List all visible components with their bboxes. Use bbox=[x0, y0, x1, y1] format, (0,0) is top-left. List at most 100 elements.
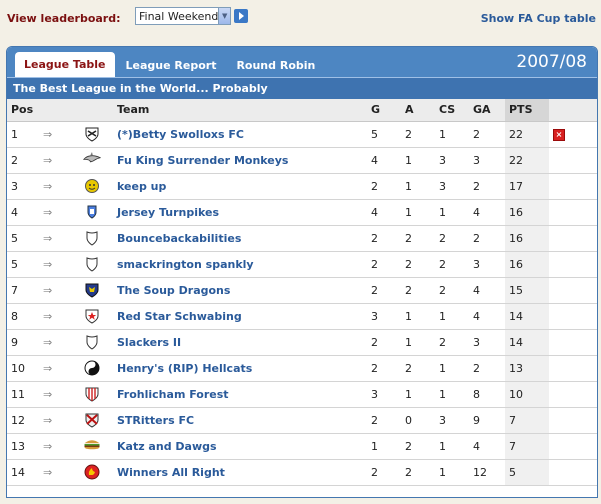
row-pts: 7 bbox=[505, 407, 549, 434]
row-pos: 12 bbox=[7, 407, 39, 434]
row-ga: 2 bbox=[469, 173, 505, 200]
team-name-link[interactable]: Katz and Dawgs bbox=[113, 433, 367, 460]
team-name-link[interactable]: Jersey Turnpikes bbox=[113, 199, 367, 226]
row-a: 1 bbox=[401, 303, 435, 330]
row-g: 2 bbox=[367, 407, 401, 434]
burger-icon bbox=[83, 438, 101, 454]
col-pts[interactable]: PTS bbox=[505, 99, 549, 122]
go-arrow-icon[interactable] bbox=[234, 9, 248, 23]
row-cs: 1 bbox=[435, 381, 469, 408]
row-pos: 8 bbox=[7, 303, 39, 330]
chevron-down-icon[interactable]: ▼ bbox=[218, 8, 230, 24]
col-team[interactable]: Team bbox=[113, 99, 367, 122]
row-ga: 3 bbox=[469, 329, 505, 356]
row-cs: 3 bbox=[435, 407, 469, 434]
row-g: 2 bbox=[367, 251, 401, 278]
trend-arrow-icon: ⇒ bbox=[43, 439, 53, 453]
blue-shield-icon bbox=[83, 204, 101, 220]
team-name-link[interactable]: The Soup Dragons bbox=[113, 277, 367, 304]
row-g: 2 bbox=[367, 329, 401, 356]
league-table: Pos Team G A CS GA PTS 1 ⇒ (*)Betty Swollo… bbox=[7, 99, 597, 486]
col-cs[interactable]: CS bbox=[435, 99, 469, 122]
toolbar: View leaderboard: Final Weekend ▼ Show F… bbox=[0, 0, 601, 34]
table-row: 14 ⇒ Winners All Right 2 2 1 12 5 bbox=[7, 459, 597, 486]
row-pts: 16 bbox=[505, 251, 549, 278]
row-pos: 9 bbox=[7, 329, 39, 356]
row-a: 1 bbox=[401, 173, 435, 200]
table-row: 10 ⇒ Henry's (RIP) Hellcats 2 2 1 2 13 bbox=[7, 355, 597, 382]
row-cs: 1 bbox=[435, 433, 469, 460]
season-label: 2007/08 bbox=[516, 52, 587, 72]
row-ga: 3 bbox=[469, 147, 505, 174]
league-subtitle: The Best League in the World... Probably bbox=[7, 77, 597, 99]
row-pos: 5 bbox=[7, 251, 39, 278]
team-name-link[interactable]: (*)Betty Swolloxs FC bbox=[113, 121, 367, 148]
row-cs: 1 bbox=[435, 459, 469, 486]
dragon-shield-icon bbox=[83, 282, 101, 298]
row-ga: 8 bbox=[469, 381, 505, 408]
row-a: 2 bbox=[401, 121, 435, 148]
row-a: 2 bbox=[401, 251, 435, 278]
row-pos: 10 bbox=[7, 355, 39, 382]
row-pts: 16 bbox=[505, 225, 549, 252]
col-ga[interactable]: GA bbox=[469, 99, 505, 122]
row-ga: 2 bbox=[469, 225, 505, 252]
team-name-link[interactable]: Red Star Schwabing bbox=[113, 303, 367, 330]
tab-league-table[interactable]: League Table bbox=[15, 52, 115, 77]
table-row: 13 ⇒ Katz and Dawgs 1 2 1 4 7 bbox=[7, 433, 597, 460]
trend-arrow-icon: ⇒ bbox=[43, 335, 53, 349]
row-cs: 2 bbox=[435, 277, 469, 304]
team-name-link[interactable]: Henry's (RIP) Hellcats bbox=[113, 355, 367, 382]
team-name-link[interactable]: Fu King Surrender Monkeys bbox=[113, 147, 367, 174]
team-name-link[interactable]: Bouncebackabilities bbox=[113, 225, 367, 252]
trend-arrow-icon: ⇒ bbox=[43, 205, 53, 219]
fa-cup-link[interactable]: Show FA Cup table bbox=[481, 12, 596, 25]
plain-shield-icon bbox=[83, 334, 101, 350]
team-name-link[interactable]: Slackers II bbox=[113, 329, 367, 356]
row-pts: 10 bbox=[505, 381, 549, 408]
row-g: 2 bbox=[367, 173, 401, 200]
striped-shield-icon bbox=[83, 386, 101, 402]
tab-round-robin[interactable]: Round Robin bbox=[227, 53, 324, 77]
col-pos[interactable]: Pos bbox=[7, 99, 39, 122]
yin-yang-icon bbox=[83, 360, 101, 376]
row-a: 2 bbox=[401, 225, 435, 252]
row-g: 5 bbox=[367, 121, 401, 148]
row-cs: 1 bbox=[435, 199, 469, 226]
row-a: 1 bbox=[401, 199, 435, 226]
row-g: 2 bbox=[367, 277, 401, 304]
team-name-link[interactable]: keep up bbox=[113, 173, 367, 200]
row-ga: 3 bbox=[469, 251, 505, 278]
plain-shield-icon bbox=[83, 230, 101, 246]
row-a: 1 bbox=[401, 147, 435, 174]
trend-arrow-icon: ⇒ bbox=[43, 231, 53, 245]
row-pts: 22 bbox=[505, 121, 549, 148]
shark-icon bbox=[82, 152, 102, 168]
team-name-link[interactable]: Winners All Right bbox=[113, 459, 367, 486]
team-name-link[interactable]: Frohlicham Forest bbox=[113, 381, 367, 408]
leaderboard-select[interactable]: Final Weekend ▼ bbox=[135, 7, 231, 25]
row-pos: 7 bbox=[7, 277, 39, 304]
row-ga: 9 bbox=[469, 407, 505, 434]
col-a[interactable]: A bbox=[401, 99, 435, 122]
row-pos: 14 bbox=[7, 459, 39, 486]
col-g[interactable]: G bbox=[367, 99, 401, 122]
row-cs: 1 bbox=[435, 303, 469, 330]
row-a: 2 bbox=[401, 459, 435, 486]
tab-league-report[interactable]: League Report bbox=[117, 53, 226, 77]
table-row: 7 ⇒ The Soup Dragons 2 2 2 4 15 bbox=[7, 277, 597, 304]
row-ga: 2 bbox=[469, 121, 505, 148]
team-name-link[interactable]: STRitters FC bbox=[113, 407, 367, 434]
table-row: 5 ⇒ Bouncebackabilities 2 2 2 2 16 bbox=[7, 225, 597, 252]
row-g: 2 bbox=[367, 459, 401, 486]
delete-icon[interactable]: × bbox=[553, 129, 565, 141]
team-name-link[interactable]: smackrington spankly bbox=[113, 251, 367, 278]
shield-cross-icon bbox=[83, 126, 101, 142]
row-ga: 4 bbox=[469, 303, 505, 330]
row-cs: 3 bbox=[435, 173, 469, 200]
row-pts: 14 bbox=[505, 303, 549, 330]
row-pts: 22 bbox=[505, 147, 549, 174]
row-cs: 2 bbox=[435, 329, 469, 356]
row-cs: 2 bbox=[435, 251, 469, 278]
table-row: 4 ⇒ Jersey Turnpikes 4 1 1 4 16 bbox=[7, 199, 597, 226]
